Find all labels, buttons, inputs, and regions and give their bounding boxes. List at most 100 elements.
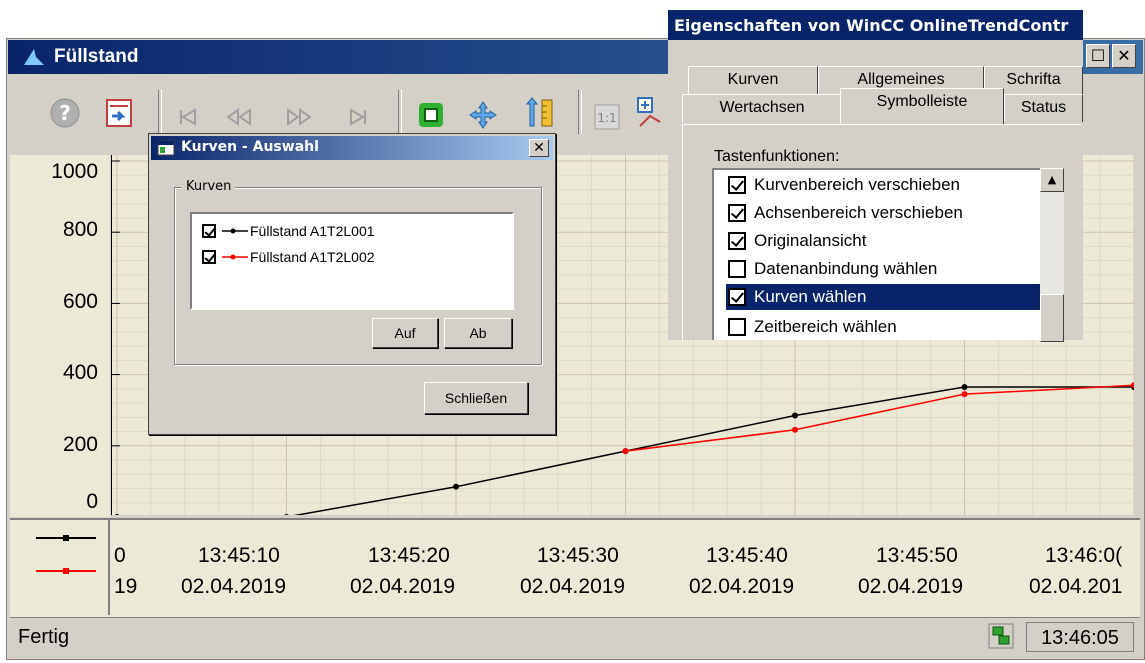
tab-wertachsen[interactable]: Wertachsen — [682, 94, 842, 122]
select-curves-button[interactable] — [634, 96, 668, 130]
button-functions-list[interactable]: Kurvenbereich verschieben Achsenbereich … — [712, 168, 1040, 340]
scroll-thumb[interactable] — [1040, 294, 1064, 342]
help-icon: ? — [50, 98, 80, 128]
toolbar-separator — [578, 90, 582, 134]
move-up-button[interactable]: Auf — [372, 318, 438, 348]
last-record-button[interactable] — [342, 100, 376, 134]
y-tick-label: 0 — [86, 490, 98, 513]
series-1-point — [792, 412, 798, 419]
app-icon — [24, 49, 44, 65]
dialog-title: Kurven - Auswahl — [181, 139, 319, 155]
series-1-point — [453, 483, 459, 490]
checkbox[interactable] — [728, 288, 746, 306]
checkbox[interactable] — [728, 318, 746, 336]
window-title: Füllstand — [54, 46, 139, 67]
tab-symbolleiste[interactable]: Symbolleiste — [840, 88, 1004, 124]
series-2-point — [622, 448, 629, 455]
move-axes-icon — [525, 97, 553, 127]
function-label: Datenanbindung wählen — [754, 259, 938, 278]
y-tick-label: 800 — [62, 218, 98, 241]
y-tick-label: 400 — [62, 361, 98, 384]
config-dialog-button[interactable] — [102, 96, 136, 130]
list-item[interactable]: Zeitbereich wählen — [728, 314, 1038, 340]
checkbox[interactable] — [202, 224, 216, 238]
x-tick-date: 02.04.2019 — [350, 575, 456, 598]
original-view-button[interactable]: 1:1 — [590, 100, 624, 134]
rewind-icon — [226, 108, 251, 126]
original-view-icon: 1:1 — [594, 104, 620, 130]
legend — [36, 535, 96, 574]
tab-status[interactable]: Status — [1004, 94, 1083, 122]
y-tick-label: 600 — [62, 290, 98, 313]
function-label: Originalansicht — [754, 231, 867, 250]
close-icon: ✕ — [533, 140, 545, 156]
checkbox[interactable] — [728, 204, 746, 222]
properties-title: Eigenschaften von WinCC OnlineTrendContr — [674, 16, 1069, 35]
button-functions-label: Tastenfunktionen: — [714, 148, 840, 165]
list-item[interactable]: Kurvenbereich verschieben — [728, 172, 1038, 198]
previous-record-button[interactable] — [222, 100, 256, 134]
dialog-title-bar[interactable]: Kurven - Auswahl ✕ — [151, 136, 553, 160]
last-record-icon — [350, 108, 366, 126]
series-1-point — [114, 514, 120, 515]
function-label: Kurvenbereich verschieben — [754, 175, 961, 194]
x-axis — [10, 518, 1140, 618]
legend-divider — [108, 520, 110, 615]
legend-marker-series-1 — [63, 535, 69, 541]
zoom-area-button[interactable] — [414, 98, 448, 132]
first-record-icon — [180, 108, 196, 126]
help-button[interactable]: ? — [48, 96, 82, 130]
scroll-up-button[interactable]: ▲ — [1040, 168, 1064, 192]
list-item[interactable]: Füllstand A1T2L002 — [202, 246, 375, 268]
list-item-selected[interactable]: Kurven wählen — [726, 284, 1040, 310]
series-1-point — [284, 514, 289, 515]
x-tick-date: 19 — [114, 575, 138, 598]
connection-status-icon — [988, 623, 1014, 649]
close-dialog-button[interactable]: Schließen — [424, 382, 528, 414]
list-scrollbar[interactable]: ▲ — [1040, 168, 1064, 342]
series-1-point — [961, 384, 968, 391]
x-tick-date: 02.04.2019 — [689, 575, 795, 598]
curves-list[interactable]: Füllstand A1T2L001 Füllstand A1T2L002 — [190, 212, 514, 310]
next-record-button[interactable] — [282, 100, 316, 134]
x-tick-date: 02.04.2019 — [520, 575, 626, 598]
checkbox[interactable] — [202, 250, 216, 264]
function-label: Achsenbereich verschieben — [754, 203, 963, 222]
move-curves-button[interactable] — [466, 98, 500, 132]
y-tick-label: 1000 — [51, 160, 98, 183]
x-tick-date: 02.04.2019 — [858, 575, 964, 598]
list-item[interactable]: Originalansicht — [728, 228, 1038, 254]
x-tick-time: 13:45:10 — [198, 544, 280, 567]
move-axes-button[interactable] — [524, 96, 558, 130]
tab-kurven[interactable]: Kurven — [688, 66, 818, 94]
checkbox[interactable] — [728, 176, 746, 194]
toolbar-separator — [398, 90, 402, 134]
move-down-button[interactable]: Ab — [444, 318, 512, 348]
arrow-up-icon: ▲ — [1047, 173, 1057, 186]
config-dialog-icon — [106, 99, 132, 127]
dialog-close-button[interactable]: ✕ — [529, 139, 549, 157]
series-2-point — [792, 426, 798, 433]
list-item[interactable]: Füllstand A1T2L001 — [202, 220, 375, 242]
list-item[interactable]: Achsenbereich verschieben — [728, 200, 1038, 226]
series-1-line-icon — [222, 228, 248, 234]
x-tick-time: 13:46:0( — [1045, 544, 1123, 567]
x-tick-time: 13:45:30 — [537, 544, 619, 567]
close-window-button[interactable]: ✕ — [1112, 44, 1136, 68]
y-tick-label: 200 — [62, 433, 98, 456]
first-record-button[interactable] — [170, 100, 204, 134]
list-item[interactable]: Datenanbindung wählen — [728, 256, 1038, 282]
select-curves-icon — [637, 97, 661, 127]
checkbox[interactable] — [728, 232, 746, 250]
series-2-line-icon — [222, 254, 248, 260]
x-tick-time: 13:45:20 — [368, 544, 450, 567]
status-text: Fertig — [18, 626, 70, 648]
curves-group-label: Kurven — [182, 179, 236, 194]
series-2-point — [961, 391, 968, 398]
maximize-button[interactable]: ☐ — [1086, 44, 1110, 68]
y-axis: 1000 800 600 400 200 0 — [10, 155, 110, 517]
properties-title-bar[interactable]: Eigenschaften von WinCC OnlineTrendContr — [668, 10, 1083, 40]
svg-text:1:1: 1:1 — [597, 111, 616, 125]
checkbox[interactable] — [728, 260, 746, 278]
toolbar-separator — [158, 90, 162, 134]
